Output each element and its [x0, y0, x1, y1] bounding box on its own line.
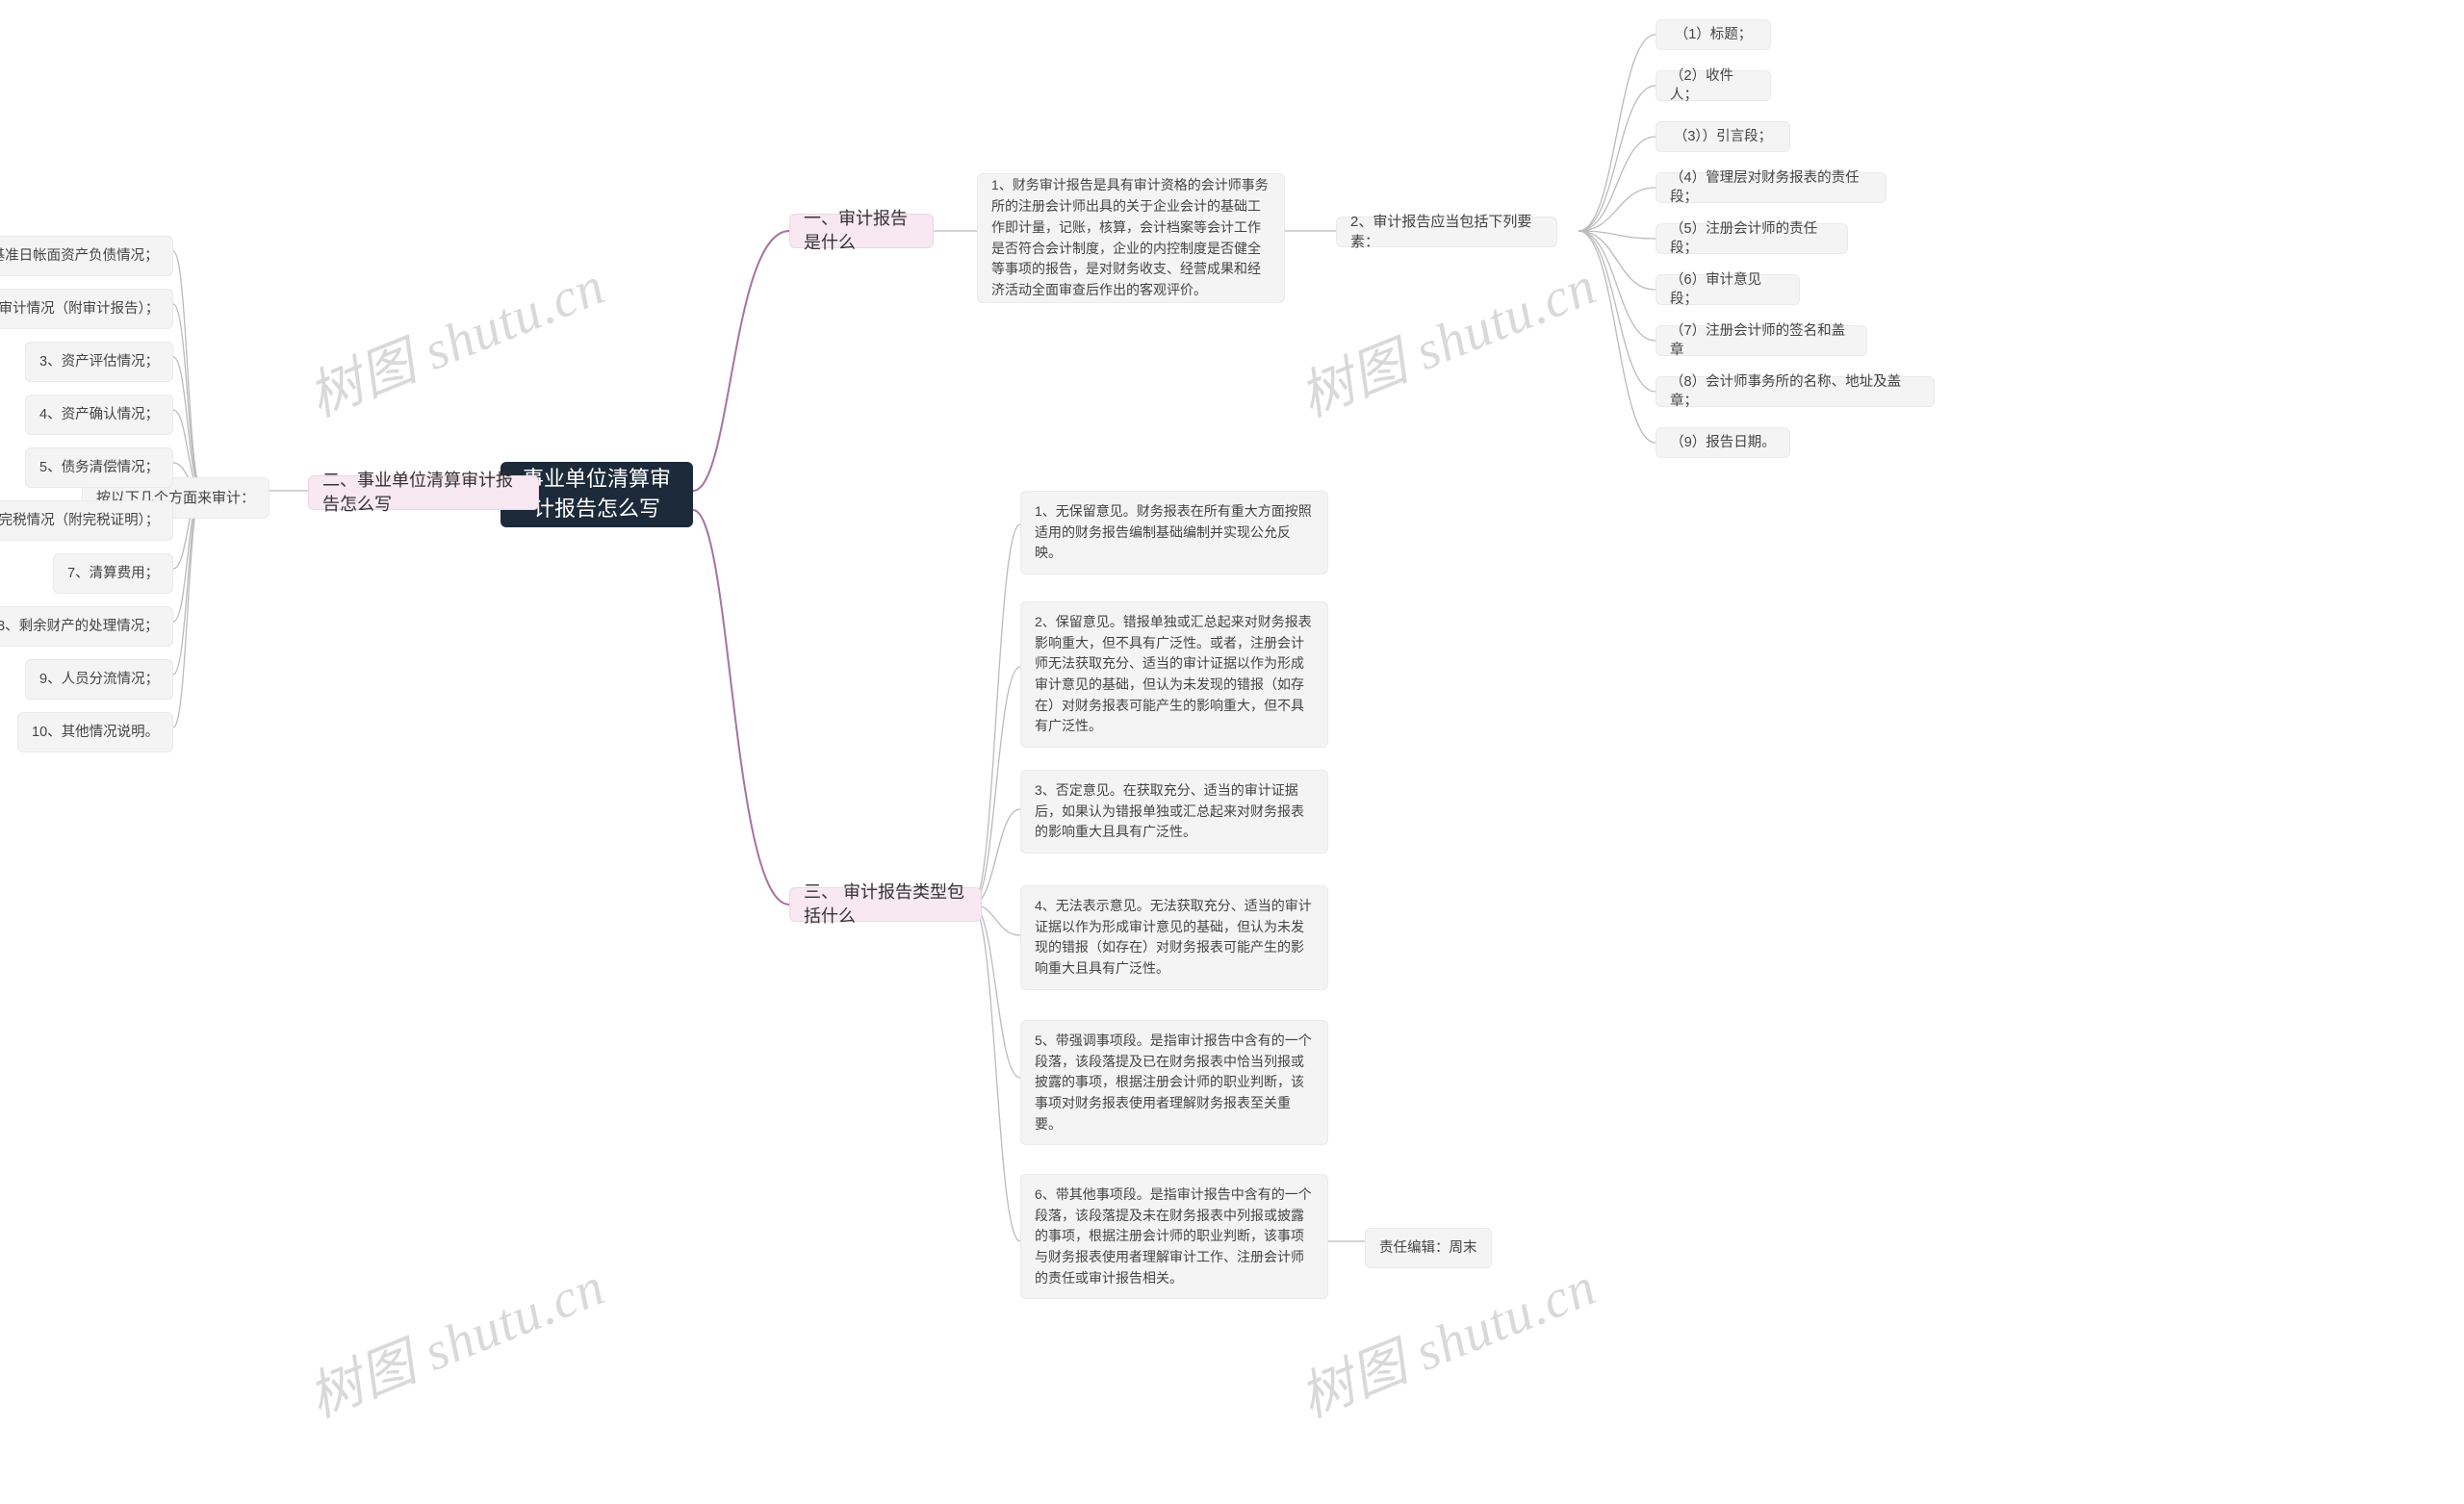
element-8: （8）会计师事务所的名称、地址及盖章；	[1656, 376, 1935, 407]
aspect-10: 10、其他情况说明。	[17, 712, 173, 752]
aspect-3: 3、资产评估情况；	[25, 342, 173, 382]
watermark: 树图 shutu.cn	[295, 242, 615, 432]
watermark: 树图 shutu.cn	[1287, 1243, 1606, 1433]
watermark: 树图 shutu.cn	[295, 1243, 615, 1433]
element-5: （5）注册会计师的责任段；	[1656, 223, 1848, 254]
aspect-5: 5、债务清偿情况；	[25, 447, 173, 488]
type-1: 1、无保留意见。财务报表在所有重大方面按照适用的财务报告编制基础编制并实现公允反…	[1020, 491, 1328, 574]
aspect-6: 6、完税情况（附完税证明）；	[0, 500, 173, 541]
aspect-7: 7、清算费用；	[53, 553, 173, 594]
element-1: （1）标题；	[1656, 19, 1771, 50]
element-3: （3））引言段；	[1656, 121, 1790, 152]
branch-2[interactable]: 二、事业单位清算审计报告怎么写	[308, 475, 539, 510]
element-4: （4）管理层对财务报表的责任段；	[1656, 172, 1886, 203]
type-2: 2、保留意见。错报单独或汇总起来对财务报表影响重大，但不具有广泛性。或者，注册会…	[1020, 601, 1328, 748]
aspect-2: 2、清算审计情况（附审计报告）；	[0, 289, 173, 329]
type-5: 5、带强调事项段。是指审计报告中含有的一个段落，该段落提及已在财务报表中恰当列报…	[1020, 1020, 1328, 1145]
watermark: 树图 shutu.cn	[1287, 242, 1606, 432]
editor-credit: 责任编辑：周末	[1365, 1228, 1492, 1268]
aspect-9: 9、人员分流情况；	[25, 659, 173, 700]
branch-3[interactable]: 三、 审计报告类型包括什么	[789, 887, 982, 922]
aspect-1: 1、清算基准日帐面资产负债情况；	[0, 236, 173, 276]
branch-1-desc: 1、财务审计报告是具有审计资格的会计师事务所的注册会计师出具的关于企业会计的基础…	[977, 173, 1285, 303]
aspect-4: 4、资产确认情况；	[25, 395, 173, 435]
element-2: （2）收件人；	[1656, 70, 1771, 101]
type-4: 4、无法表示意见。无法获取充分、适当的审计证据以作为形成审计意见的基础，但认为未…	[1020, 885, 1328, 990]
element-7: （7）注册会计师的签名和盖章	[1656, 325, 1867, 356]
type-6: 6、带其他事项段。是指审计报告中含有的一个段落，该段落提及未在财务报表中列报或披…	[1020, 1174, 1328, 1299]
branch-1-elements-label: 2、审计报告应当包括下列要素：	[1336, 217, 1557, 247]
type-3: 3、否定意见。在获取充分、适当的审计证据后，如果认为错报单独或汇总起来对财务报表…	[1020, 770, 1328, 854]
branch-1[interactable]: 一、审计报告是什么	[789, 214, 934, 248]
aspect-8: 8、剩余财产的处理情况；	[0, 606, 173, 647]
element-9: （9）报告日期。	[1656, 427, 1790, 458]
element-6: （6）审计意见段；	[1656, 274, 1800, 305]
